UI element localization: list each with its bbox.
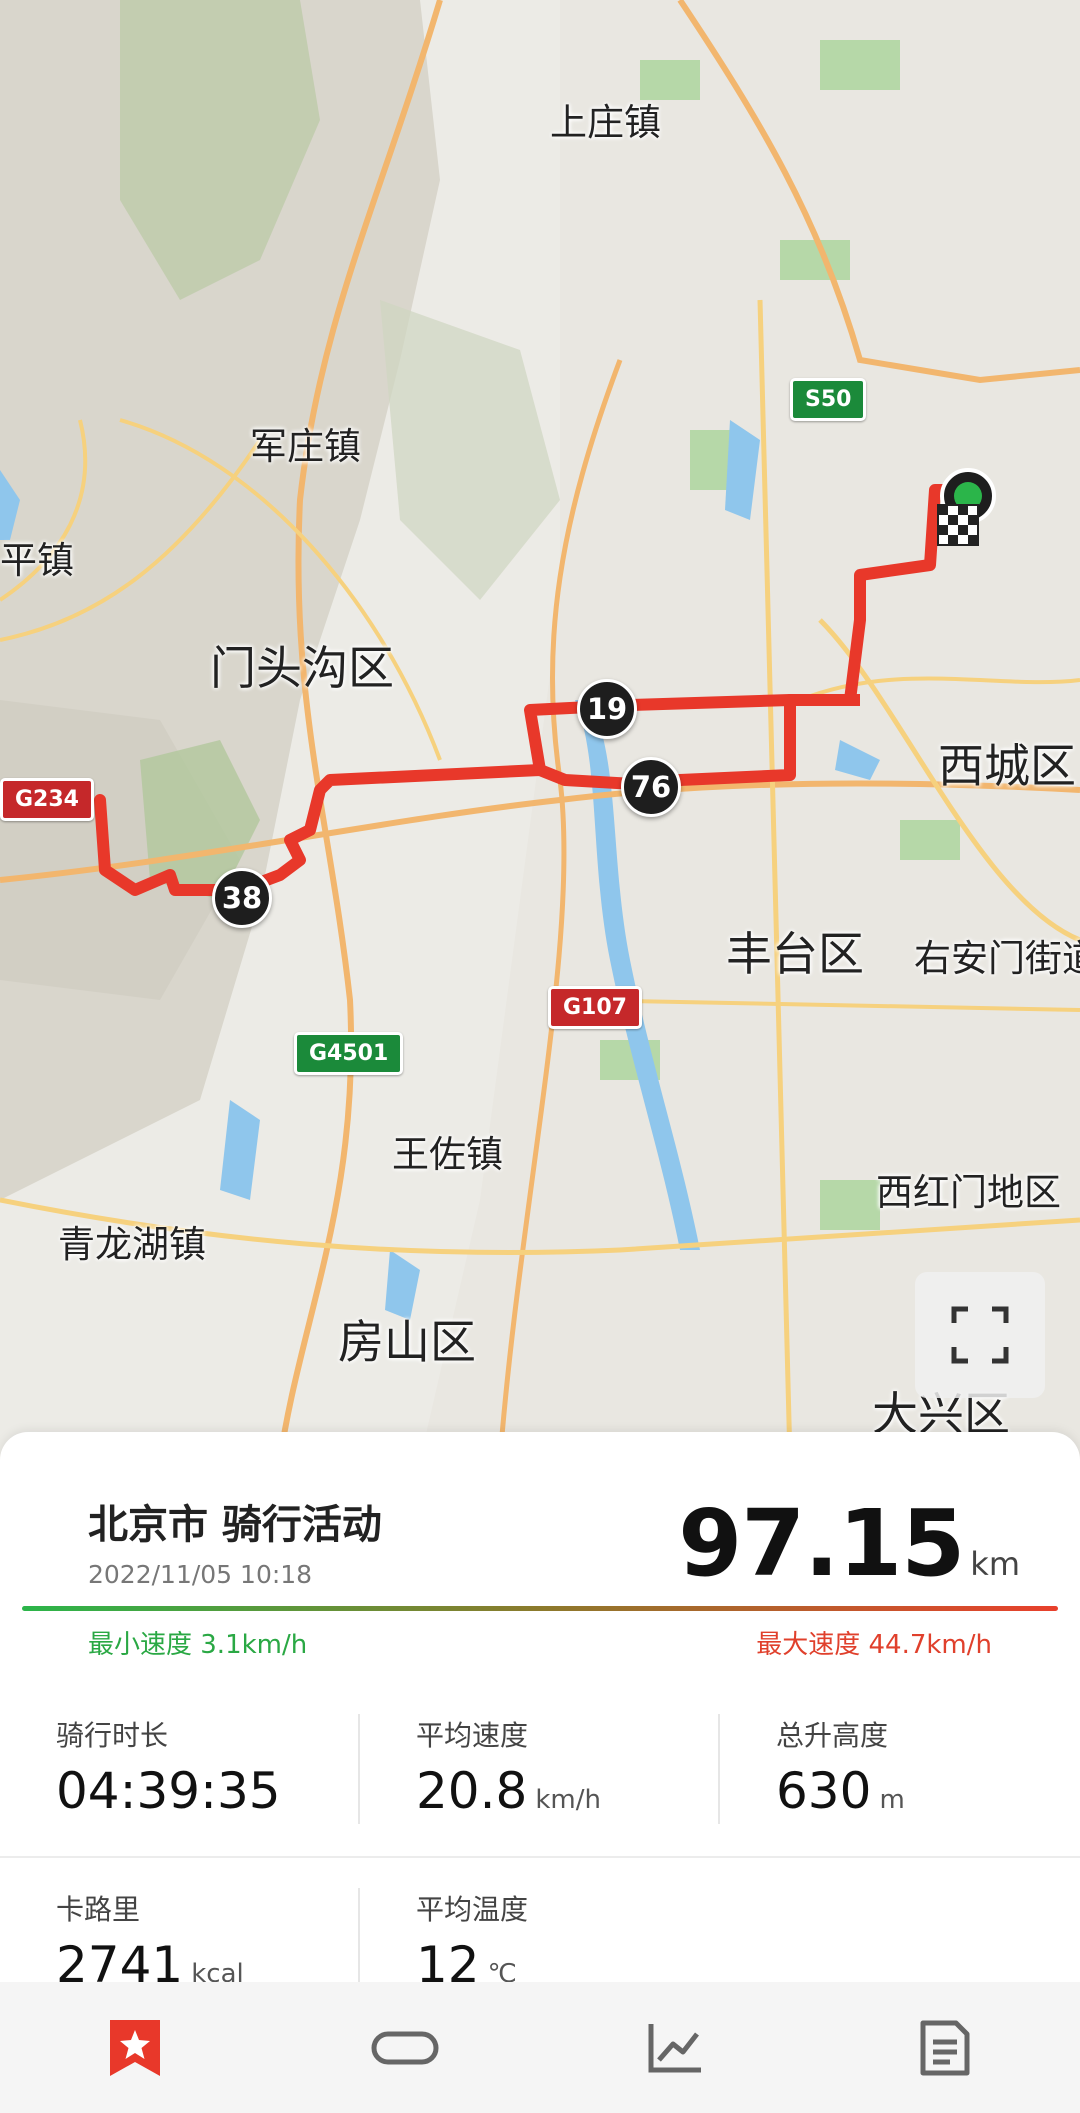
chart-icon — [648, 2023, 701, 2072]
divider — [0, 1856, 1080, 1858]
stat-calories: 卡路里 2741 kcal — [56, 1888, 396, 1994]
speed-gradient-bar — [22, 1606, 1058, 1611]
road-shield: G234 — [0, 778, 94, 821]
stat-value: 04:39:35 — [56, 1762, 281, 1820]
divider — [718, 1714, 720, 1824]
stat-avg-temperature: 平均温度 12 ℃ — [416, 1888, 756, 1994]
km-marker[interactable]: 76 — [621, 757, 681, 817]
distance-unit: km — [970, 1545, 1020, 1583]
document-icon — [920, 2020, 970, 2075]
km-marker[interactable]: 38 — [212, 868, 272, 928]
place-label: 丰台区 — [726, 927, 864, 981]
stat-label: 骑行时长 — [56, 1719, 169, 1752]
place-label: 门头沟区 — [210, 641, 394, 695]
tab-track[interactable] — [345, 1998, 465, 2098]
stat-elevation-gain: 总升高度 630 m — [776, 1714, 1080, 1820]
distance-value: 97.15 — [678, 1490, 965, 1597]
stat-label: 卡路里 — [56, 1893, 141, 1926]
tab-charts[interactable] — [615, 1998, 735, 2098]
stat-label: 平均速度 — [416, 1719, 529, 1752]
place-label: 王佐镇 — [392, 1133, 503, 1176]
activity-summary-sheet: 北京市 骑行活动 2022/11/05 10:18 97.15 km 最小速度 3… — [0, 1432, 1080, 1998]
stat-value: 20.8 — [416, 1762, 528, 1820]
place-label: 房山区 — [338, 1315, 476, 1369]
bottom-tab-bar — [0, 1982, 1080, 2113]
max-speed: 最大速度 44.7km/h — [756, 1630, 992, 1660]
stat-label: 平均温度 — [416, 1893, 529, 1926]
link-icon — [371, 2031, 439, 2064]
stat-label: 总升高度 — [776, 1719, 889, 1752]
fullscreen-button[interactable] — [915, 1272, 1045, 1398]
road-shield: G4501 — [294, 1032, 404, 1075]
place-label: 军庄镇 — [250, 425, 361, 468]
stat-unit: m — [879, 1785, 905, 1815]
place-label: 右安门街道 — [914, 937, 1080, 980]
divider — [358, 1714, 360, 1824]
stat-unit: km/h — [535, 1785, 601, 1815]
place-label: 西红门地区 — [876, 1171, 1061, 1214]
stat-duration: 骑行时长 04:39:35 — [56, 1714, 396, 1820]
road-shield: G107 — [548, 986, 642, 1029]
min-speed: 最小速度 3.1km/h — [88, 1630, 308, 1660]
place-label: 西城区 — [938, 739, 1076, 793]
km-marker[interactable]: 19 — [577, 679, 637, 739]
activity-title: 北京市 骑行活动 — [88, 1502, 382, 1548]
fullscreen-icon — [951, 1306, 1009, 1364]
bookmark-star-icon — [110, 2019, 160, 2076]
place-label: 平镇 — [0, 539, 74, 582]
place-label: 上庄镇 — [550, 101, 661, 144]
stat-value: 630 — [776, 1762, 872, 1820]
tab-overview[interactable] — [75, 1998, 195, 2098]
route-map[interactable]: 上庄镇 军庄镇 平镇 门头沟区 西城区 丰台区 右安门街道 西红门地区 王佐镇 … — [0, 0, 1080, 1460]
tab-details[interactable] — [885, 1998, 1005, 2098]
stat-avg-speed: 平均速度 20.8 km/h — [416, 1714, 756, 1820]
road-shield: S50 — [790, 378, 867, 421]
activity-datetime: 2022/11/05 10:18 — [88, 1560, 313, 1589]
place-label: 青龙湖镇 — [58, 1223, 206, 1266]
total-distance: 97.15 km — [678, 1490, 1020, 1597]
